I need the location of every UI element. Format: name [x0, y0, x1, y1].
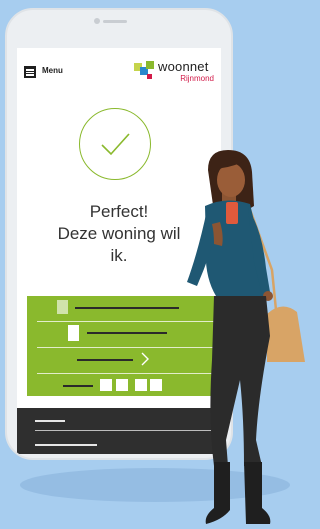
- woman-illustration: [187, 150, 305, 524]
